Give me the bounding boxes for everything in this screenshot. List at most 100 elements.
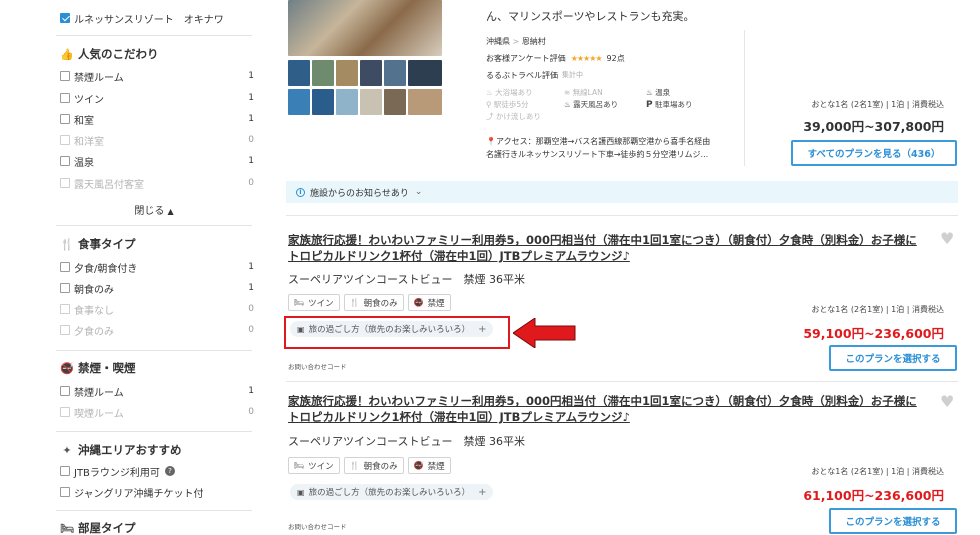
- filter-item-japanese-room[interactable]: 和室 1: [60, 110, 256, 128]
- suitcase-icon: ▣: [297, 487, 305, 497]
- section-heading-smoking: 🚭 禁煙・喫煙: [60, 361, 136, 375]
- plan-chip-list: 🛏 ツイン 🍴 朝食のみ 🚭 禁煙: [288, 294, 451, 311]
- facility-notice-bar[interactable]: i 施設からのお知らせあり ⌄: [286, 181, 958, 203]
- parking-icon: P: [646, 100, 653, 110]
- outdoor-bath-icon: ♨: [564, 100, 571, 109]
- checkbox: [60, 325, 70, 335]
- filter-item-smoking-room: 喫煙ルーム 0: [60, 403, 256, 421]
- divider: [56, 350, 252, 351]
- favorite-heart-icon[interactable]: ♥: [940, 392, 954, 411]
- amenity-item: ♨ 大浴場あり: [486, 88, 533, 97]
- checkbox[interactable]: [60, 114, 70, 124]
- chip-room-type: 🛏 ツイン: [288, 294, 340, 311]
- bath-icon: ♨: [486, 88, 493, 97]
- amenity-item: ♨ 露天風呂あり: [564, 100, 619, 109]
- divider: [744, 30, 745, 166]
- thumbnail-photo[interactable]: [408, 89, 442, 115]
- divider: [286, 381, 958, 382]
- area-breadcrumb: 沖縄県 > 恩納村: [486, 37, 546, 46]
- filter-item-nonsmoking-room[interactable]: 禁煙ルーム 1: [60, 382, 256, 400]
- checkbox[interactable]: [60, 93, 70, 103]
- star-rating-icon: ★★★★★: [570, 54, 603, 63]
- favorite-heart-icon[interactable]: ♥: [940, 229, 954, 248]
- guest-condition: おとな1名 (2名1室) | 1泊 | 消費税込: [811, 305, 944, 314]
- filter-count: 1: [248, 386, 254, 396]
- plan-chip-list: 🛏 ツイン 🍴 朝食のみ 🚭 禁煙: [288, 457, 451, 474]
- collapse-button[interactable]: 閉じる ▲: [56, 202, 252, 217]
- plan-title-link[interactable]: 家族旅行応援！わいわいファミリー利用券5，000円相当付（滞在中1回1室につき）…: [288, 232, 924, 264]
- thumbnail-photo[interactable]: [384, 60, 406, 86]
- thumbnail-photo[interactable]: [336, 89, 358, 115]
- checkbox-checked-icon[interactable]: [60, 13, 70, 23]
- thumbnail-photo[interactable]: [312, 89, 334, 115]
- plan-price-range: 61,100円~236,600円: [803, 488, 944, 503]
- filter-hotel-checkbox[interactable]: ルネッサンスリゾート オキナワ: [60, 9, 256, 27]
- plan-price-range: 59,100円~236,600円: [803, 326, 944, 341]
- bed-icon: 🛏: [60, 521, 74, 535]
- checkbox[interactable]: [60, 487, 70, 497]
- plan-title-link[interactable]: 家族旅行応援！わいわいファミリー利用券5，000円相当付（滞在中1回1室につき）…: [288, 393, 924, 425]
- no-smoking-icon: 🚭: [413, 298, 424, 307]
- flow-icon: ⤴: [486, 112, 494, 121]
- hotel-result-main: ん、マリンスポーツやレストランも充実。 沖縄県 > 恩納村 お客様アンケート評価…: [286, 0, 958, 535]
- checkbox[interactable]: [60, 262, 70, 272]
- filter-count: 0: [248, 325, 254, 335]
- room-name: スーペリアツインコーストビュー 禁煙 36平米: [288, 435, 525, 448]
- breadcrumb-town[interactable]: 恩納村: [522, 37, 546, 46]
- help-icon[interactable]: ?: [164, 466, 175, 476]
- checkbox[interactable]: [60, 466, 70, 476]
- thumbnail-photo[interactable]: [312, 60, 334, 86]
- survey-rating: お客様アンケート評価 ★★★★★ 92点: [486, 54, 625, 63]
- checkbox[interactable]: [60, 156, 70, 166]
- chip-meal: 🍴 朝食のみ: [343, 294, 404, 311]
- view-all-plans-button[interactable]: すべてのプランを見る（436）: [791, 140, 957, 166]
- select-plan-button[interactable]: このプランを選択する: [829, 508, 957, 534]
- filter-item-twin[interactable]: ツイン 1: [60, 89, 256, 107]
- fork-knife-icon: 🍴: [349, 461, 360, 470]
- filter-count: 0: [248, 407, 254, 417]
- travel-style-tag[interactable]: ▣ 旅の過ごし方（旅先のお楽しみいろいろ） +: [290, 484, 494, 500]
- checkbox: [60, 135, 70, 145]
- chip-room-type: 🛏 ツイン: [288, 457, 340, 474]
- inquiry-code-label: お問い合わせコード: [288, 523, 347, 531]
- filter-item-nonsmoking[interactable]: 禁煙ルーム 1: [60, 67, 256, 85]
- filter-item-onsen[interactable]: 温泉 1: [60, 152, 256, 170]
- select-plan-button[interactable]: このプランを選択する: [829, 345, 957, 371]
- amenity-item: ⚲ 駅徒歩5分: [486, 100, 529, 109]
- no-smoking-icon: 🚭: [413, 461, 424, 470]
- checkbox[interactable]: [60, 71, 70, 81]
- thumbnail-photo[interactable]: [336, 60, 358, 86]
- breadcrumb-prefecture[interactable]: 沖縄県: [486, 37, 510, 46]
- thumbnail-photo[interactable]: [384, 89, 406, 115]
- plus-icon[interactable]: +: [478, 487, 486, 498]
- inquiry-code-label: お問い合わせコード: [288, 363, 347, 371]
- filter-item-dinner-breakfast[interactable]: 夕食/朝食付き 1: [60, 258, 256, 276]
- filter-item-japanese-western-room: 和洋室 0: [60, 131, 256, 149]
- checkbox[interactable]: [60, 386, 70, 396]
- thumbnail-photo[interactable]: [288, 60, 310, 86]
- section-heading-okinawa: ✦ 沖縄エリアおすすめ: [60, 440, 256, 460]
- section-heading-popular: 👍 人気のこだわり: [60, 47, 159, 61]
- highlight-annotation-box: [284, 316, 510, 349]
- filter-label: ルネッサンスリゾート オキナワ: [74, 14, 224, 26]
- thumbnail-photo[interactable]: [288, 89, 310, 115]
- checkbox[interactable]: [60, 283, 70, 293]
- hotel-price-range: 39,000円~307,800円: [803, 119, 944, 134]
- fork-knife-icon: 🍴: [60, 237, 74, 251]
- filter-item-breakfast-only[interactable]: 朝食のみ 1: [60, 279, 256, 297]
- bed-icon: 🛏: [294, 461, 305, 470]
- onsen-icon: ♨: [646, 88, 653, 97]
- main-photo[interactable]: [288, 0, 442, 56]
- hotel-description: ん、マリンスポーツやレストランも充実。: [486, 10, 695, 23]
- thumbnail-photo[interactable]: [408, 60, 442, 86]
- access-info: 📍アクセス：那覇空港→バス名護西線那覇空港から喜手名経由 名護行きルネッサンスリ…: [486, 137, 711, 159]
- sparkle-icon: ✦: [62, 443, 72, 457]
- thumbnail-photo[interactable]: [360, 60, 382, 86]
- divider: [56, 510, 252, 511]
- filter-item-jtb-lounge[interactable]: JTBラウンジ利用可?: [60, 462, 256, 480]
- thumbnail-photo[interactable]: [360, 89, 382, 115]
- filter-count: 1: [248, 262, 254, 272]
- room-name: スーペリアツインコーストビュー 禁煙 36平米: [288, 273, 525, 286]
- filter-item-junglia-ticket[interactable]: ジャングリア沖縄チケット付: [60, 483, 256, 501]
- hotel-photo-gallery[interactable]: [288, 0, 442, 115]
